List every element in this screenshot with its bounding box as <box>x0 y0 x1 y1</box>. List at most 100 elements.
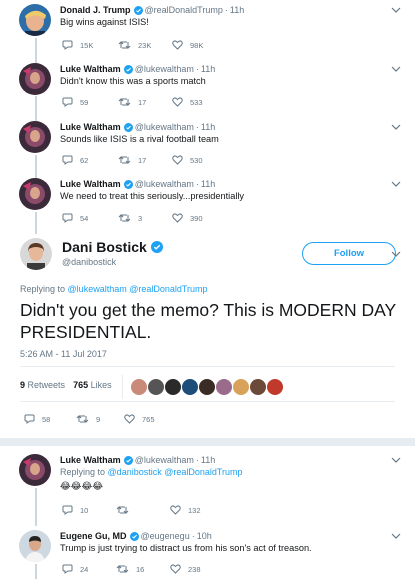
retweet-button[interactable]: 9 <box>76 414 124 424</box>
avatar[interactable] <box>19 530 51 562</box>
tweet-author-name[interactable]: Luke Waltham <box>60 178 121 190</box>
follow-button[interactable]: Follow <box>302 242 396 265</box>
tweet-time[interactable]: 11h <box>201 121 215 133</box>
reply-button[interactable]: 54 <box>62 213 118 223</box>
retweet-button[interactable]: 23K <box>118 40 172 50</box>
focused-author-name[interactable]: Dani Bostick <box>62 239 147 255</box>
reply-button[interactable]: 10 <box>62 505 116 515</box>
verified-badge-icon <box>150 241 163 253</box>
retweet-icon <box>118 41 131 49</box>
divider <box>122 375 123 399</box>
tweet-author-name[interactable]: Donald J. Trump <box>60 4 131 16</box>
chevron-down-icon[interactable] <box>391 456 401 464</box>
retweet-button[interactable]: 17 <box>118 97 172 107</box>
tweet-actions: 15K 23K 98K <box>62 39 203 51</box>
tweet[interactable]: Eugene Gu, MD @eugenegu · 10h Trump is j… <box>0 530 415 562</box>
tweet-actions: 10 132 <box>62 504 201 516</box>
avatar[interactable] <box>250 379 266 395</box>
tweet-text: Sounds like ISIS is a rival football tea… <box>60 134 219 144</box>
tweet-time[interactable]: 11h <box>230 4 244 16</box>
tweet-author-handle[interactable]: @lukewaltham <box>135 121 194 133</box>
retweet-icon <box>116 506 129 514</box>
avatar[interactable] <box>267 379 283 395</box>
reply-button[interactable]: 59 <box>62 97 118 107</box>
avatar[interactable] <box>182 379 198 395</box>
retweet-stat-label: Retweets <box>27 380 66 390</box>
reply-count: 10 <box>80 505 89 515</box>
replying-to-users[interactable]: @lukewaltham @realDonaldTrump <box>68 284 208 294</box>
tweet-author-name[interactable]: Luke Waltham <box>60 454 121 466</box>
like-button[interactable]: 390 <box>172 213 203 223</box>
focused-author-handle[interactable]: @danibostick <box>62 257 163 267</box>
retweet-button[interactable]: 17 <box>118 155 172 165</box>
tweet[interactable]: Luke Waltham @lukewaltham · 11h Replying… <box>0 454 415 492</box>
avatar[interactable] <box>131 379 147 395</box>
avatar[interactable] <box>19 121 51 153</box>
retweet-stat[interactable]: 9 Retweets <box>20 380 65 390</box>
replying-to-users[interactable]: @danibostick @realDonaldTrump <box>108 467 243 477</box>
avatar[interactable] <box>19 454 51 486</box>
tweet[interactable]: Luke Waltham @lukewaltham · 11h We need … <box>0 178 415 210</box>
chevron-down-icon[interactable] <box>391 123 401 131</box>
avatar[interactable] <box>19 4 51 36</box>
tweet-actions: 59 17 533 <box>62 96 203 108</box>
avatar[interactable] <box>19 178 51 210</box>
reply-button[interactable]: 24 <box>62 564 116 574</box>
retweet-button[interactable]: 16 <box>116 564 170 574</box>
tweet-actions: 62 17 530 <box>62 154 203 166</box>
avatar[interactable] <box>19 63 51 95</box>
retweet-button[interactable] <box>116 505 170 515</box>
avatar[interactable] <box>20 238 52 270</box>
replying-to-label: Replying to <box>20 284 66 294</box>
like-button[interactable]: 238 <box>170 564 201 574</box>
retweet-icon <box>118 214 131 222</box>
verified-badge-icon <box>123 122 133 132</box>
like-button[interactable]: 132 <box>170 505 201 515</box>
tweet-time[interactable]: 10h <box>197 530 212 542</box>
verified-badge-icon <box>123 64 133 74</box>
chevron-down-icon[interactable] <box>391 532 401 540</box>
reply-button[interactable]: 62 <box>62 155 118 165</box>
retweet-button[interactable]: 3 <box>118 213 172 223</box>
focused-tweet-timestamp[interactable]: 5:26 AM - 11 Jul 2017 <box>20 349 107 359</box>
like-button[interactable]: 530 <box>172 155 203 165</box>
like-button[interactable]: 533 <box>172 97 203 107</box>
tweet-author-handle[interactable]: @lukewaltham <box>135 454 194 466</box>
focused-tweet-actions: 58 9 765 <box>24 413 155 425</box>
tweet[interactable]: Donald J. Trump @realDonaldTrump · 11h B… <box>0 4 415 36</box>
tweet-time[interactable]: 11h <box>201 178 215 190</box>
avatar[interactable] <box>165 379 181 395</box>
reply-button[interactable]: 15K <box>62 40 118 50</box>
avatar[interactable] <box>148 379 164 395</box>
verified-badge-icon <box>133 5 143 15</box>
tweet-author-handle[interactable]: @eugenegu <box>141 530 190 542</box>
tweet-author-name[interactable]: Eugene Gu, MD <box>60 530 127 542</box>
chevron-down-icon[interactable] <box>391 6 401 14</box>
chevron-down-icon[interactable] <box>391 250 401 258</box>
like-stat[interactable]: 765 Likes <box>73 380 112 390</box>
tweet[interactable]: Luke Waltham @lukewaltham · 11h Sounds l… <box>0 121 415 153</box>
tweet-author-name[interactable]: Luke Waltham <box>60 121 121 133</box>
avatar[interactable] <box>216 379 232 395</box>
focused-tweet-text: Didn't you get the memo? This is MODERN … <box>20 300 396 342</box>
like-button[interactable]: 98K <box>172 40 203 50</box>
avatar[interactable] <box>233 379 249 395</box>
avatar[interactable] <box>199 379 215 395</box>
tweet[interactable]: Luke Waltham @lukewaltham · 11h Didn't k… <box>0 63 415 95</box>
reply-button[interactable]: 58 <box>24 414 76 424</box>
tweet-author-name[interactable]: Luke Waltham <box>60 63 121 75</box>
reply-count: 62 <box>80 155 89 165</box>
like-button[interactable]: 765 <box>124 414 155 424</box>
separator-dot: · <box>224 5 228 15</box>
chevron-down-icon[interactable] <box>391 180 401 188</box>
like-stat-count: 765 <box>73 380 89 390</box>
tweet-author-handle[interactable]: @lukewaltham <box>135 63 194 75</box>
tweet-author-handle[interactable]: @lukewaltham <box>135 178 194 190</box>
tweet-time[interactable]: 11h <box>201 454 215 466</box>
tweet-author-handle[interactable]: @realDonaldTrump <box>145 4 223 16</box>
tweet-text: Trump is just trying to distract us from… <box>60 543 312 553</box>
tweet-time[interactable]: 11h <box>201 63 215 75</box>
verified-badge-icon <box>123 179 133 189</box>
chevron-down-icon[interactable] <box>391 65 401 73</box>
thread-line <box>35 212 37 234</box>
